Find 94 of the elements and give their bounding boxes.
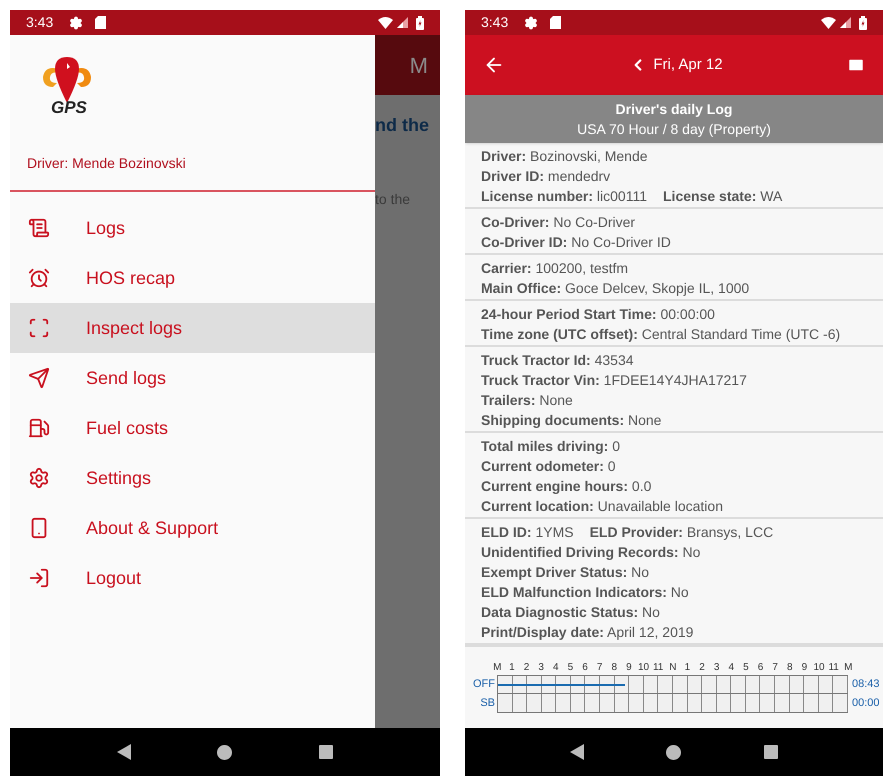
hour-label: 9 — [800, 661, 808, 675]
hour-label: 4 — [552, 661, 560, 675]
log-field: ELD Provider: Bransys, LCC — [590, 522, 774, 542]
home-icon[interactable] — [666, 744, 682, 760]
sd-card-icon — [95, 16, 106, 29]
log-field: ELD Malfunction Indicators: No — [481, 582, 689, 602]
log-field: Co-Driver: No Co-Driver — [481, 212, 636, 232]
back-icon[interactable] — [570, 744, 584, 760]
log-field: Trailers: None — [481, 390, 573, 410]
date-title: Fri, Apr 12 — [653, 54, 723, 75]
log-field: Current engine hours: 0.0 — [481, 476, 652, 496]
logout-icon — [28, 567, 50, 589]
sd-card-icon — [550, 16, 562, 29]
hour-label: N — [668, 661, 678, 675]
signal-icon — [840, 17, 851, 28]
hour-label: 3 — [537, 661, 545, 675]
log-field: Unidentified Driving Records: No — [481, 542, 700, 562]
hour-label: M — [843, 661, 854, 675]
status-time: 3:43 — [481, 13, 508, 32]
drawer-item[interactable]: About & Support — [10, 503, 375, 553]
log-field: Shipping documents: None — [481, 410, 662, 430]
logo-text: GPS — [51, 99, 87, 116]
send-icon — [28, 367, 50, 389]
log-field: ELD ID: 1YMS — [481, 522, 574, 542]
drawer-item[interactable]: Logs — [10, 203, 375, 253]
hour-label: 5 — [742, 661, 750, 675]
fuel-pump-icon — [28, 417, 50, 439]
log-title: Driver's daily Log — [616, 100, 732, 119]
drawer-item[interactable]: HOS recap — [10, 253, 375, 303]
hour-label: 1 — [508, 661, 516, 675]
log-field: License number: lic00111 — [481, 186, 647, 206]
log-field: Print/Display date: April 12, 2019 — [481, 622, 694, 642]
list-icon — [28, 217, 50, 239]
hour-label: 6 — [581, 661, 589, 675]
home-icon[interactable] — [217, 744, 232, 760]
scan-icon — [28, 317, 50, 339]
log-field: Truck Tractor Vin: 1FDEE14Y4JHA17217 — [481, 370, 747, 390]
wifi-icon — [378, 16, 393, 28]
status-total: 00:00 — [852, 696, 880, 712]
hour-label: 3 — [712, 661, 720, 675]
recents-icon[interactable] — [318, 745, 333, 759]
log-field: Exempt Driver Status: No — [481, 562, 650, 582]
hour-label: 11 — [827, 661, 840, 675]
status-label: OFF — [472, 677, 496, 692]
log-field: Time zone (UTC offset): Central Standard Time (UTC -6) — [481, 324, 840, 344]
alarm-clock-icon — [28, 267, 50, 289]
wifi-icon — [821, 16, 836, 28]
battery-icon — [416, 16, 424, 30]
back-icon[interactable] — [117, 744, 132, 760]
hour-label: 10 — [812, 661, 826, 675]
hour-label: 7 — [596, 661, 604, 675]
hour-label: 9 — [625, 661, 633, 675]
hour-label: 2 — [698, 661, 706, 675]
battery-icon — [859, 16, 867, 30]
drawer-item[interactable]: Inspect logs — [10, 303, 375, 353]
signal-icon — [397, 17, 408, 28]
hour-label: 1 — [684, 661, 692, 675]
log-field: Driver: Bozinovski, Mende — [481, 146, 648, 166]
log-field: 24-hour Period Start Time: 00:00:00 — [481, 304, 715, 324]
hour-label: 7 — [771, 661, 779, 675]
hour-label: 11 — [652, 661, 664, 675]
log-field: License state: WA — [663, 186, 782, 206]
drawer-item[interactable]: Settings — [10, 453, 375, 503]
hour-label: 4 — [728, 661, 736, 675]
log-subtitle: USA 70 Hour / 8 day (Property) — [577, 120, 771, 139]
settings-icon — [524, 16, 538, 30]
log-field: Data Diagnostic Status: No — [481, 602, 660, 622]
log-field: Carrier: 100200, testfm — [481, 258, 628, 278]
app-title-letter: M — [410, 52, 428, 80]
settings-icon — [69, 16, 84, 30]
log-field: Driver ID: mendedrv — [481, 166, 610, 186]
drawer-item[interactable]: Fuel costs — [10, 403, 375, 453]
drawer-item[interactable]: Logout — [10, 553, 375, 603]
log-field: Total miles driving: 0 — [481, 436, 620, 456]
hour-label: M — [492, 661, 502, 675]
log-field: Main Office: Goce Delcev, Skopje IL, 1000 — [481, 278, 750, 298]
settings-icon — [28, 467, 50, 489]
hour-label: 5 — [566, 661, 574, 675]
log-field: Truck Tractor Id: 43534 — [481, 350, 634, 370]
log-field: Co-Driver ID: No Co-Driver ID — [481, 232, 671, 252]
hour-label: 10 — [637, 661, 650, 675]
drawer-item[interactable]: Send logs — [10, 353, 375, 403]
heading-text: nd the — [375, 114, 430, 137]
log-field: Current location: Unavailable location — [481, 496, 723, 516]
driver-name: Driver: Mende Bozinovski — [27, 154, 187, 173]
status-label: SB — [479, 696, 496, 712]
status-total: 08:43 — [852, 677, 880, 692]
hour-label: 2 — [522, 661, 530, 675]
hour-label: 8 — [610, 661, 618, 675]
recents-icon[interactable] — [764, 745, 778, 759]
log-field: Current odometer: 0 — [481, 456, 616, 476]
hour-label: 8 — [786, 661, 794, 675]
status-time: 3:43 — [26, 13, 54, 32]
hour-label: 6 — [756, 661, 764, 675]
